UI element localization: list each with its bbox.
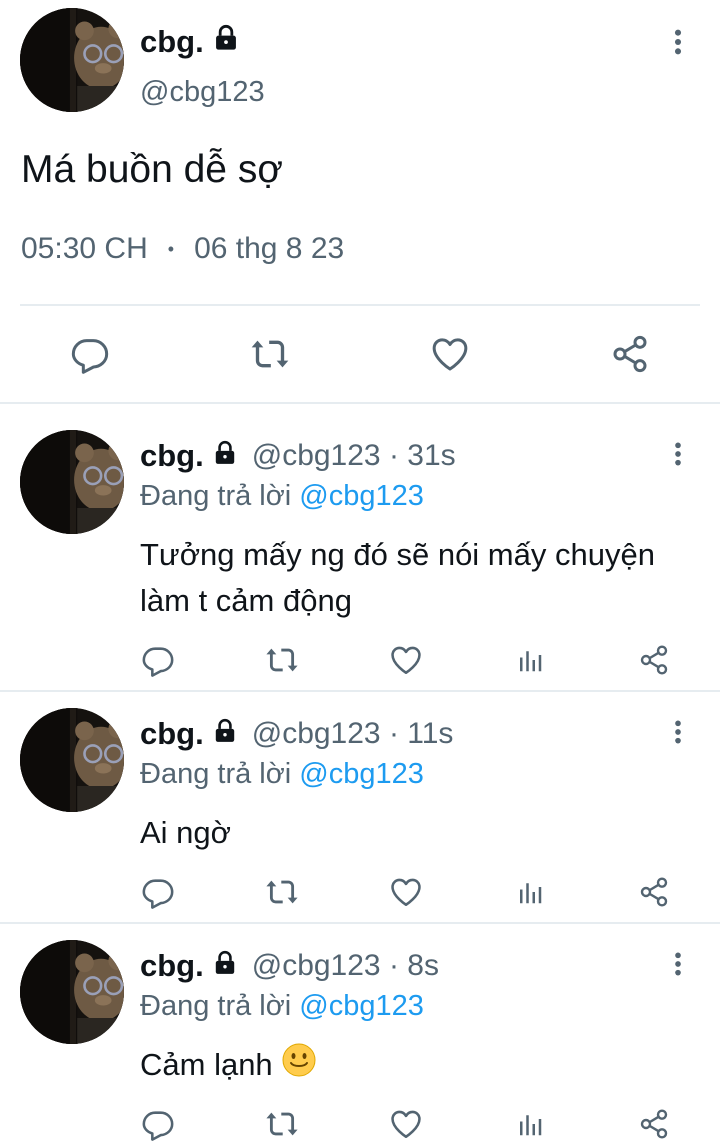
- like-button[interactable]: [386, 870, 426, 914]
- tweet-action-bar: [140, 1102, 700, 1145]
- divider: [20, 304, 700, 306]
- reply-header: cbg. @cbg123 · 11s: [140, 716, 453, 752]
- reply-tweet[interactable]: cbg. @cbg123 · 31s Đang trả lời @cbg123 …: [0, 404, 720, 690]
- display-name[interactable]: cbg.: [140, 948, 204, 984]
- replying-to: Đang trả lời @cbg123: [140, 480, 424, 513]
- like-icon: [430, 334, 470, 374]
- replying-label: Đang trả lời: [140, 990, 300, 1022]
- lock-icon: [212, 716, 238, 752]
- tweet-action-bar: [140, 638, 700, 686]
- like-icon: [389, 643, 423, 677]
- reply-button[interactable]: [138, 1102, 178, 1145]
- like-button[interactable]: [386, 1102, 426, 1145]
- tweet-timestamp[interactable]: 05:30 CH • 06 thg 8 23: [21, 232, 344, 266]
- like-button[interactable]: [386, 638, 426, 682]
- handle-and-time[interactable]: @cbg123 · 31s: [252, 439, 456, 473]
- analytics-icon: [515, 877, 545, 907]
- display-name[interactable]: cbg.: [140, 24, 204, 60]
- like-icon: [389, 875, 423, 909]
- reply-icon: [70, 334, 110, 374]
- tweet-action-bar: [140, 870, 700, 918]
- reply-button[interactable]: [138, 870, 178, 914]
- tweet-time: 05:30 CH: [21, 232, 148, 265]
- handle-and-time[interactable]: @cbg123 · 11s: [252, 717, 454, 751]
- avatar[interactable]: [20, 940, 124, 1044]
- user-handle[interactable]: @cbg123: [140, 76, 265, 109]
- more-icon[interactable]: [666, 434, 690, 474]
- retweet-icon: [265, 1107, 299, 1141]
- replying-to: Đang trả lời @cbg123: [140, 758, 424, 791]
- share-icon: [638, 1108, 670, 1140]
- analytics-button[interactable]: [510, 1102, 550, 1145]
- analytics-icon: [515, 645, 545, 675]
- share-button[interactable]: [606, 330, 654, 378]
- reply-header: cbg. @cbg123 · 31s: [140, 438, 456, 474]
- reply-tweet[interactable]: cbg. @cbg123 · 11s Đang trả lời @cbg123 …: [0, 682, 720, 922]
- tweet-text: Ai ngờ: [140, 815, 231, 850]
- retweet-icon: [265, 643, 299, 677]
- replying-label: Đang trả lời: [140, 480, 300, 512]
- tweet-text: Tưởng mấy ng đó sẽ nói mấy chuyện làm t …: [140, 537, 655, 618]
- replying-label: Đang trả lời: [140, 758, 300, 790]
- reply-icon: [141, 1107, 175, 1141]
- like-button[interactable]: [426, 330, 474, 378]
- reply-button[interactable]: [138, 638, 178, 682]
- analytics-icon: [515, 1109, 545, 1139]
- retweet-button[interactable]: [262, 1102, 302, 1145]
- share-icon: [638, 876, 670, 908]
- replying-to: Đang trả lời @cbg123: [140, 990, 424, 1023]
- display-name[interactable]: cbg.: [140, 716, 204, 752]
- meta-separator: •: [167, 238, 175, 259]
- tweet-text: Cảm lạnh: [140, 1047, 273, 1082]
- retweet-button[interactable]: [262, 870, 302, 914]
- tweet-date: 06 thg 8 23: [194, 232, 345, 265]
- mention-link[interactable]: @cbg123: [299, 480, 424, 512]
- mention-link[interactable]: @cbg123: [299, 990, 424, 1022]
- retweet-button[interactable]: [246, 330, 294, 378]
- share-icon: [638, 644, 670, 676]
- tweet-text-row: Cảm lạnh: [140, 1042, 700, 1091]
- tweet-action-bar: [0, 318, 720, 390]
- share-icon: [610, 334, 650, 374]
- analytics-button[interactable]: [510, 638, 550, 682]
- reply-tweet[interactable]: cbg. @cbg123 · 8s Đang trả lời @cbg123 C…: [0, 914, 720, 1145]
- display-name[interactable]: cbg.: [140, 438, 204, 474]
- lock-icon: [212, 24, 240, 60]
- more-icon[interactable]: [666, 944, 690, 984]
- main-tweet: cbg. @cbg123 Má buồn dễ sợ 05:30 CH • 06…: [0, 0, 720, 404]
- slightly-smiling-face-icon: [281, 1042, 317, 1091]
- tweet-text: Má buồn dễ sợ: [21, 148, 283, 191]
- display-name-row: cbg.: [140, 24, 240, 60]
- reply-header: cbg. @cbg123 · 8s: [140, 948, 439, 984]
- lock-icon: [212, 948, 238, 984]
- like-icon: [389, 1107, 423, 1141]
- avatar[interactable]: [20, 430, 124, 534]
- retweet-icon: [250, 334, 290, 374]
- handle-and-time[interactable]: @cbg123 · 8s: [252, 949, 439, 983]
- share-button[interactable]: [634, 1102, 674, 1145]
- share-button[interactable]: [634, 870, 674, 914]
- avatar[interactable]: [20, 8, 124, 112]
- reply-icon: [141, 643, 175, 677]
- retweet-button[interactable]: [262, 638, 302, 682]
- share-button[interactable]: [634, 638, 674, 682]
- reply-icon: [141, 875, 175, 909]
- lock-icon: [212, 438, 238, 474]
- reply-button[interactable]: [66, 330, 114, 378]
- retweet-icon: [265, 875, 299, 909]
- more-icon[interactable]: [666, 22, 690, 62]
- analytics-button[interactable]: [510, 870, 550, 914]
- mention-link[interactable]: @cbg123: [299, 758, 424, 790]
- more-icon[interactable]: [666, 712, 690, 752]
- avatar[interactable]: [20, 708, 124, 812]
